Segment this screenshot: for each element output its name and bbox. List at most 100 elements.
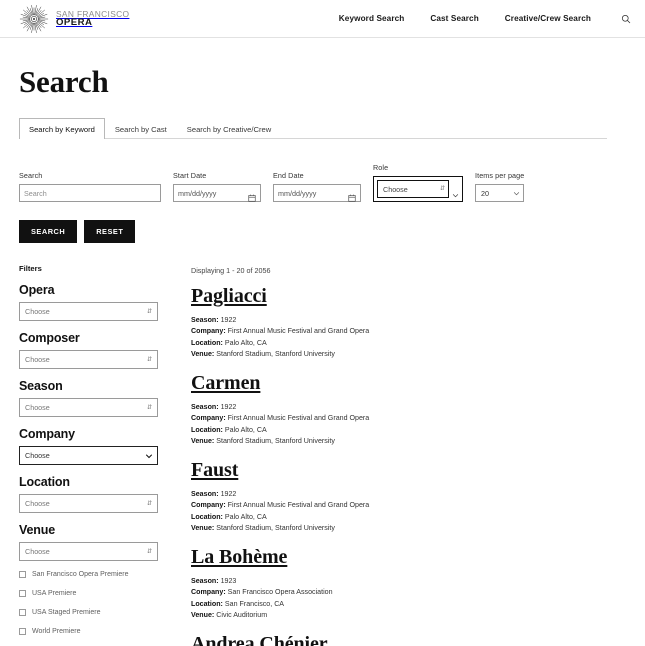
meta-label-venue: Venue: [191, 437, 215, 446]
checkbox-row-world-premiere[interactable]: World Premiere [19, 628, 174, 635]
filter-group-composer: Composer Choose ⇵ [19, 331, 174, 369]
meta-label-company: Company: [191, 588, 226, 597]
role-select[interactable]: Choose ⇵ [377, 180, 449, 198]
nav-link-cast-search[interactable]: Cast Search [430, 14, 478, 23]
meta-label-season: Season: [191, 402, 219, 411]
search-button[interactable]: SEARCH [19, 220, 78, 243]
result-meta-season: Season: 1922 [191, 402, 626, 413]
calendar-icon[interactable] [248, 189, 256, 202]
search-input[interactable] [19, 184, 161, 202]
tab-search-by-keyword[interactable]: Search by Keyword [19, 118, 105, 139]
start-date-input[interactable]: mm/dd/yyyy [173, 184, 261, 202]
result-meta-location: Location: San Francisco, CA [191, 599, 626, 610]
items-per-page-select[interactable]: 20 [475, 184, 524, 202]
meta-value-company: First Annual Music Festival and Grand Op… [227, 414, 370, 423]
chevron-down-icon [513, 190, 520, 197]
site-header: SAN FRANCISCO OPERA Keyword Search Cast … [0, 0, 645, 38]
result-item: Carmen Season: 1922 Company: First Annua… [191, 365, 626, 448]
spinner-icon: ⇵ [146, 356, 152, 363]
filter-select-company[interactable]: Choose [19, 446, 158, 465]
nav-link-keyword-search[interactable]: Keyword Search [339, 14, 405, 23]
result-title-link[interactable]: Faust [191, 459, 238, 482]
reset-button[interactable]: RESET [84, 220, 136, 243]
result-meta-location: Location: Palo Alto, CA [191, 338, 626, 349]
nav-link-creative-crew-search[interactable]: Creative/Crew Search [505, 14, 591, 23]
meta-value-season: 1923 [220, 576, 237, 585]
meta-label-location: Location: [191, 512, 223, 521]
result-item: Faust Season: 1922 Company: First Annual… [191, 452, 626, 535]
meta-label-location: Location: [191, 338, 223, 347]
checkbox-label-usa-premiere: USA Premiere [32, 590, 77, 597]
result-title-link[interactable]: Andrea Chénier [191, 633, 328, 646]
search-icon[interactable] [617, 14, 631, 24]
filter-select-opera[interactable]: Choose ⇵ [19, 302, 158, 321]
end-date-input[interactable]: mm/dd/yyyy [273, 184, 361, 202]
brand-wordmark: SAN FRANCISCO OPERA [56, 9, 129, 28]
filter-select-location[interactable]: Choose ⇵ [19, 494, 158, 513]
meta-value-location: Palo Alto, CA [224, 338, 267, 347]
start-date-field-group: Start Date mm/dd/yyyy [173, 171, 261, 202]
meta-value-company: First Annual Music Festival and Grand Op… [227, 501, 370, 510]
result-title-link[interactable]: La Bohème [191, 546, 287, 569]
checkbox-icon[interactable] [19, 590, 26, 597]
filter-value-season: Choose [25, 403, 50, 412]
filter-label-location: Location [19, 475, 70, 489]
filter-value-location: Choose [25, 499, 50, 508]
checkbox-icon[interactable] [19, 628, 26, 635]
checkbox-icon[interactable] [19, 571, 26, 578]
filter-value-composer: Choose [25, 355, 50, 364]
meta-value-venue: Stanford Stadium, Stanford University [216, 524, 335, 533]
result-meta-season: Season: 1923 [191, 576, 626, 587]
tab-search-by-creative-crew[interactable]: Search by Creative/Crew [177, 118, 281, 139]
meta-label-venue: Venue: [191, 350, 215, 359]
role-focus-ring: Choose ⇵ [373, 176, 463, 202]
search-mode-tabs: Search by Keyword Search by Cast Search … [19, 118, 607, 139]
filter-label-venue: Venue [19, 523, 56, 537]
results-list: Displaying 1 - 20 of 2056 Pagliacci Seas… [174, 264, 626, 646]
checkbox-icon[interactable] [19, 609, 26, 616]
result-meta-company: Company: First Annual Music Festival and… [191, 326, 626, 337]
filter-group-opera: Opera Choose ⇵ [19, 283, 174, 321]
result-title-link[interactable]: Pagliacci [191, 285, 267, 308]
meta-value-company: First Annual Music Festival and Grand Op… [227, 327, 370, 336]
result-meta-season: Season: 1922 [191, 489, 626, 500]
checkbox-label-usa-staged-premiere: USA Staged Premiere [32, 609, 101, 616]
meta-value-company: San Francisco Opera Association [227, 588, 333, 597]
filter-select-season[interactable]: Choose ⇵ [19, 398, 158, 417]
spinner-icon: ⇵ [146, 308, 152, 315]
meta-value-venue: Stanford Stadium, Stanford University [216, 350, 335, 359]
meta-value-venue: Civic Auditorium [216, 611, 268, 620]
chevron-down-icon[interactable] [452, 186, 459, 197]
filter-label-composer: Composer [19, 331, 80, 345]
spinner-icon: ⇵ [146, 500, 152, 507]
results-count: Displaying 1 - 20 of 2056 [191, 266, 271, 275]
result-meta-venue: Venue: Stanford Stadium, Stanford Univer… [191, 436, 626, 447]
meta-value-season: 1922 [220, 402, 237, 411]
checkbox-row-usa-premiere[interactable]: USA Premiere [19, 590, 174, 597]
main-nav: Keyword Search Cast Search Creative/Crew… [339, 14, 631, 24]
meta-value-location: San Francisco, CA [224, 599, 285, 608]
spinner-icon: ⇵ [146, 548, 152, 555]
content-area: Filters Opera Choose ⇵ Composer Choose ⇵… [19, 264, 626, 646]
role-label: Role [373, 163, 389, 172]
checkbox-row-usa-staged-premiere[interactable]: USA Staged Premiere [19, 609, 174, 616]
calendar-icon[interactable] [348, 189, 356, 202]
checkbox-label-world-premiere: World Premiere [32, 628, 81, 635]
search-form-row: Search Start Date mm/dd/yyyy End Date [19, 163, 626, 202]
meta-value-season: 1922 [220, 316, 237, 324]
checkbox-row-sf-opera-premiere[interactable]: San Francisco Opera Premiere [19, 571, 174, 578]
filter-select-venue[interactable]: Choose ⇵ [19, 542, 158, 561]
role-selected-value: Choose [383, 184, 408, 194]
meta-label-company: Company: [191, 327, 226, 336]
brand-logo-link[interactable]: SAN FRANCISCO OPERA [19, 4, 129, 34]
meta-label-season: Season: [191, 489, 219, 498]
page-title: Search [19, 64, 109, 99]
result-meta-location: Location: Palo Alto, CA [191, 425, 626, 436]
tab-search-by-cast[interactable]: Search by Cast [105, 118, 177, 139]
meta-label-company: Company: [191, 414, 226, 423]
result-title-link[interactable]: Carmen [191, 372, 260, 395]
result-meta-venue: Venue: Stanford Stadium, Stanford Univer… [191, 523, 626, 534]
filter-select-composer[interactable]: Choose ⇵ [19, 350, 158, 369]
end-date-label: End Date [273, 171, 304, 180]
filter-value-opera: Choose [25, 307, 50, 316]
